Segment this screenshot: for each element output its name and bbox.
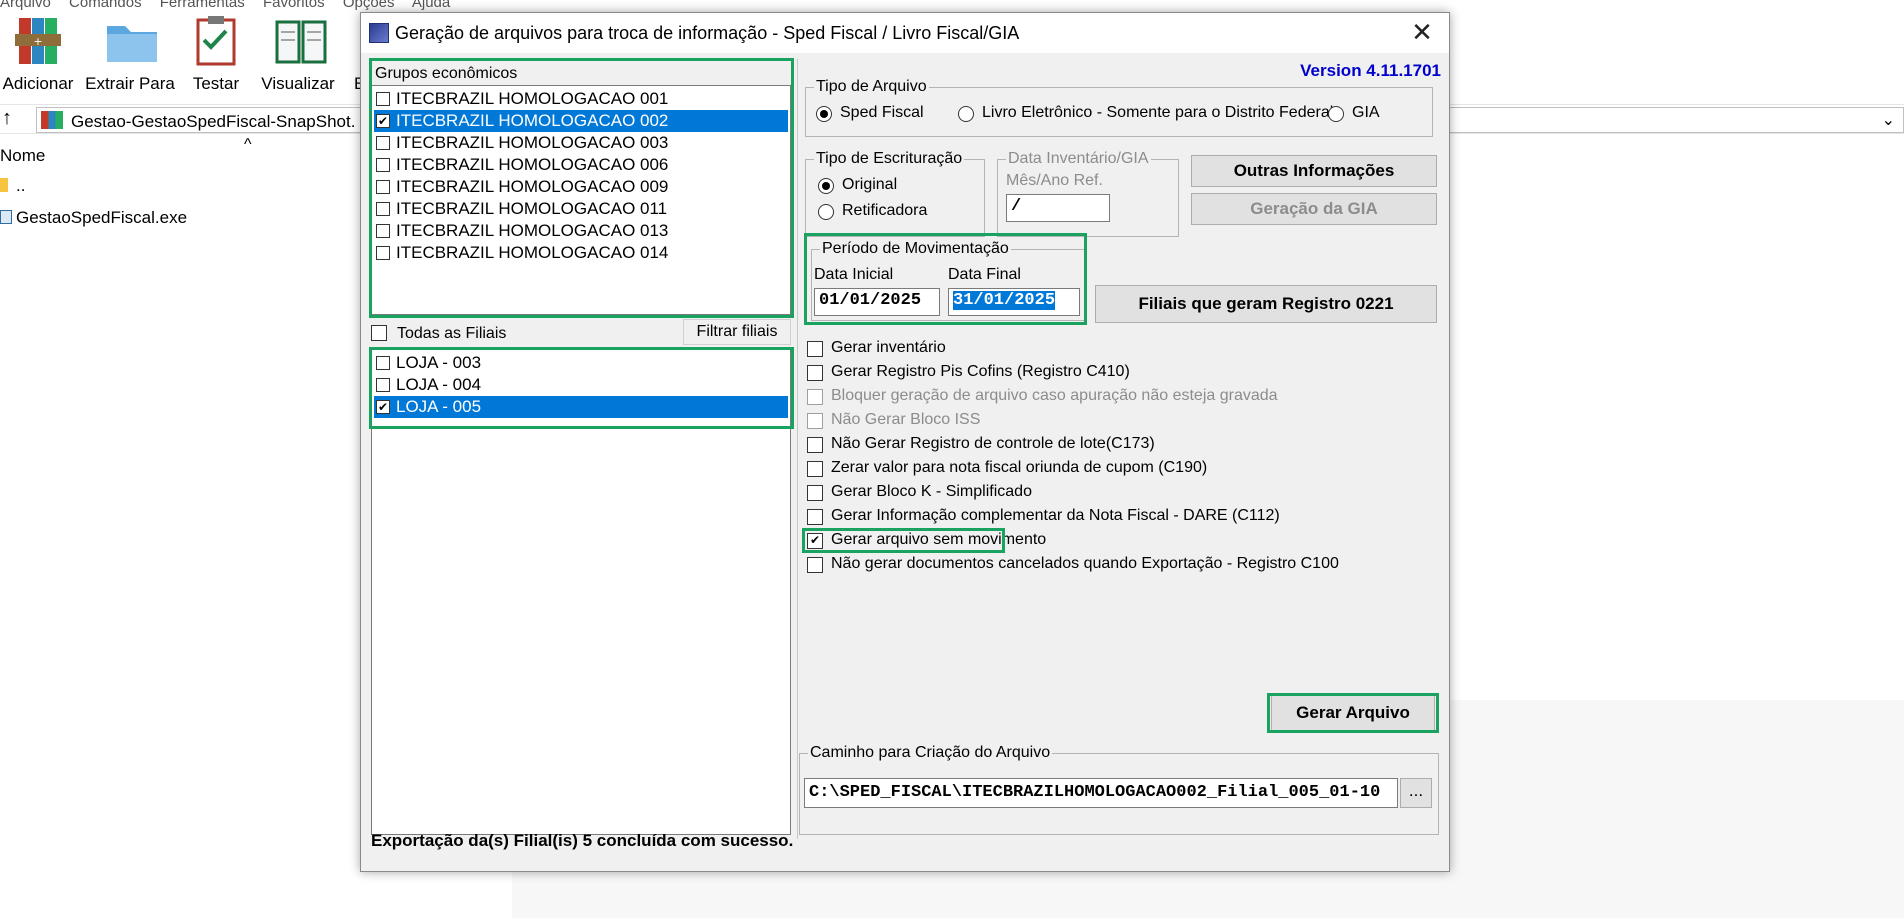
branches-0221-button[interactable]: Filiais que geram Registro 0221 <box>1095 285 1437 323</box>
option-checkbox-dare-c112[interactable] <box>807 509 823 525</box>
all-branches-checkbox[interactable] <box>371 325 387 341</box>
app-icon <box>369 23 389 43</box>
dialog-title: Geração de arquivos para troca de inform… <box>395 23 1020 43</box>
version-label: Version 4.11.1701 <box>1300 61 1441 80</box>
add-button[interactable]: + Adicionar <box>0 14 88 94</box>
radio-livro-eletronico[interactable] <box>958 106 974 122</box>
radio-original[interactable] <box>818 178 834 194</box>
option-checkbox-inventory[interactable] <box>807 341 823 357</box>
option-checkbox-no-c173[interactable] <box>807 437 823 453</box>
sort-caret-icon: ^ <box>244 136 252 153</box>
radio-sped-fiscal[interactable] <box>816 106 832 122</box>
column-header-name[interactable]: Nome <box>0 146 45 166</box>
path-group: Caminho para Criação do Arquivo C:\SPED_… <box>799 744 1439 835</box>
branches-highlight-box <box>369 347 794 429</box>
period-highlight-box <box>804 233 1087 325</box>
status-message: Exportação da(s) Filial(is) 5 concluída … <box>371 831 794 850</box>
extract-to-button[interactable]: Extrair Para <box>80 14 180 94</box>
generate-highlight-box <box>1267 693 1439 733</box>
archive-books-icon: + <box>13 14 63 68</box>
option-checkbox-no-cancelled-c100[interactable] <box>807 557 823 573</box>
panel-divider <box>797 59 798 839</box>
file-type-group: Tipo de Arquivo Sped Fiscal Livro Eletrô… <box>805 78 1433 137</box>
other-info-button[interactable]: Outras Informações <box>1191 155 1437 187</box>
inventory-month-field[interactable]: / <box>1006 194 1110 222</box>
view-button[interactable]: Visualizar <box>248 14 348 94</box>
svg-text:+: + <box>33 35 42 48</box>
menu-arquivo[interactable]: Arquivo <box>0 0 51 11</box>
close-button[interactable]: ✕ <box>1405 17 1439 49</box>
option-checkbox-pis-cofins[interactable] <box>807 365 823 381</box>
folder-icon <box>105 14 157 68</box>
radio-gia[interactable] <box>1328 106 1344 122</box>
menu-ferramentas[interactable]: Ferramentas <box>160 0 245 11</box>
filter-branches-button[interactable]: Filtrar filiais <box>683 319 791 345</box>
menu-ajuda[interactable]: Ajuda <box>412 0 450 11</box>
up-arrow-icon[interactable]: ↑ <box>2 107 12 130</box>
sped-fiscal-dialog: Geração de arquivos para troca de inform… <box>360 12 1450 872</box>
radio-retificadora[interactable] <box>818 204 834 220</box>
menu-comandos[interactable]: Comandos <box>69 0 142 11</box>
menu-opcoes[interactable]: Opções <box>343 0 395 11</box>
menu-bar: Arquivo Comandos Ferramentas Favoritos O… <box>0 0 464 11</box>
gia-generation-button[interactable]: Geração da GIA <box>1191 193 1437 225</box>
address-text: Gestao-GestaoSpedFiscal-SnapShot. <box>71 112 356 131</box>
output-path-field[interactable]: C:\SPED_FISCAL\ITECBRAZILHOMOLOGACAO002_… <box>804 778 1398 808</box>
inventory-group: Data Inventário/GIA Mês/Ano Ref. / <box>997 150 1179 237</box>
option-checkbox-block-k[interactable] <box>807 485 823 501</box>
all-branches-label: Todas as Filiais <box>397 325 507 342</box>
chevron-down-icon[interactable]: ⌄ <box>1882 110 1895 130</box>
archive-icon <box>41 111 63 129</box>
bookkeeping-group: Tipo de Escrituração Original Retificado… <box>805 150 985 237</box>
browse-button[interactable]: ... <box>1400 778 1432 808</box>
option-checkbox-block-generation[interactable] <box>807 389 823 405</box>
title-bar: Geração de arquivos para troca de inform… <box>361 13 1449 53</box>
menu-favoritos[interactable]: Favoritos <box>263 0 325 11</box>
option-checkbox-no-iss[interactable] <box>807 413 823 429</box>
clipboard-check-icon <box>191 14 241 68</box>
folder-icon <box>0 178 8 192</box>
open-book-icon <box>273 14 327 68</box>
no-movement-highlight-box <box>802 528 1005 553</box>
groups-highlight-box <box>369 58 794 318</box>
option-checkbox-zero-c190[interactable] <box>807 461 823 477</box>
exe-file-icon <box>0 210 12 224</box>
